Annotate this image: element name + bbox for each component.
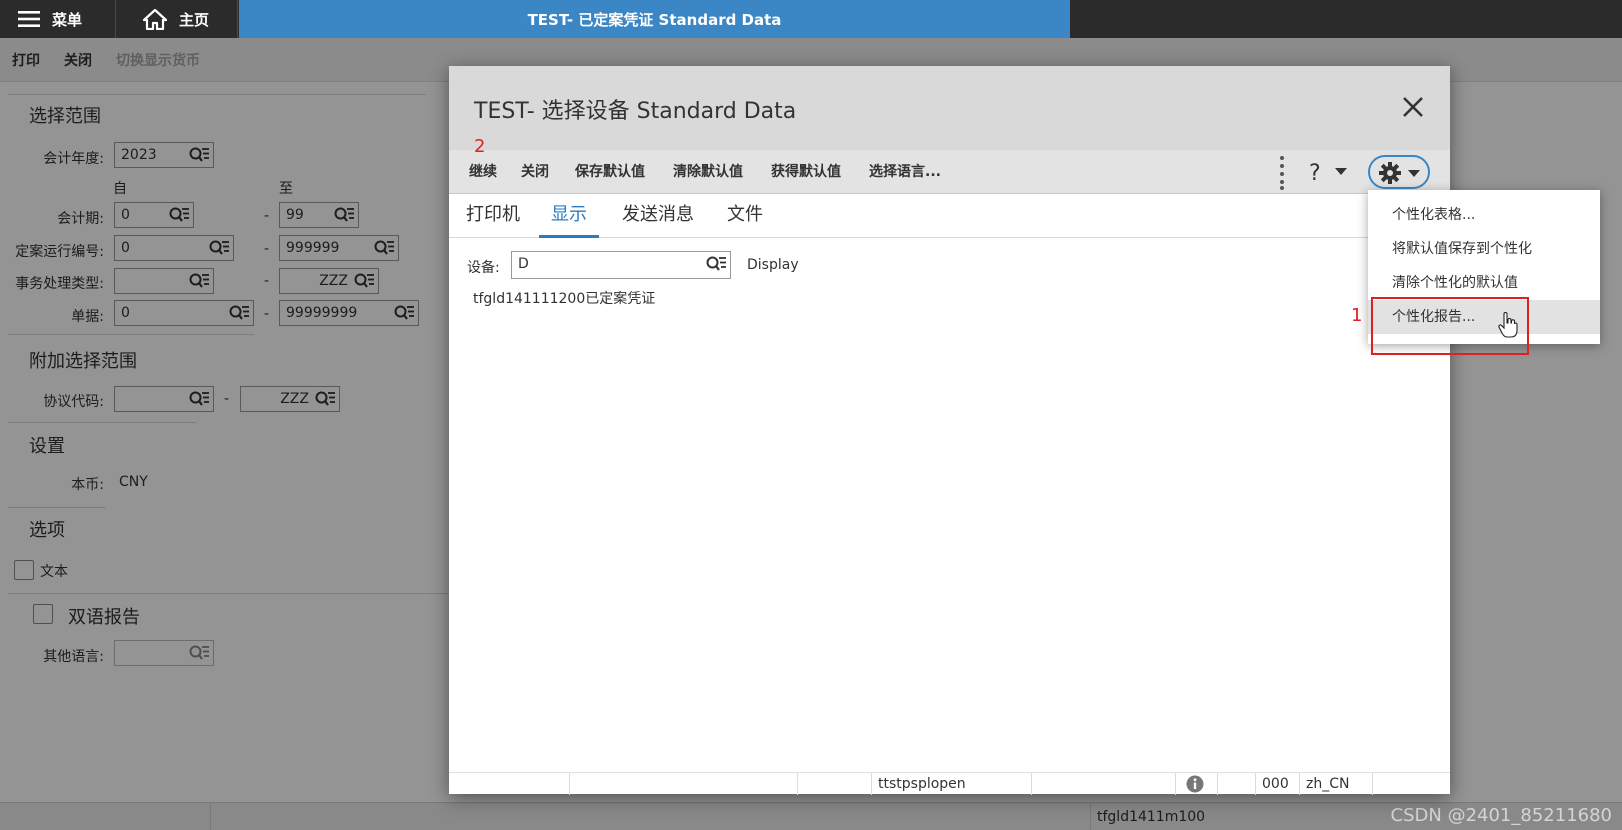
status-cell <box>1031 773 1175 795</box>
dialog-title: TEST- 选择设备 Standard Data <box>474 99 797 124</box>
device-description: Display <box>747 257 799 273</box>
app-tab-title: TEST- 已定案凭证 Standard Data <box>527 10 782 29</box>
lookup-icon[interactable] <box>705 255 727 273</box>
highlight-box <box>1371 297 1529 355</box>
home-label: 主页 <box>179 10 210 29</box>
menu-button[interactable]: 菜单 <box>0 0 116 38</box>
hamburger-icon <box>18 11 40 27</box>
help-icon[interactable]: ? <box>1307 160 1355 184</box>
tab-file[interactable]: 文件 <box>727 194 763 238</box>
app-tab-active[interactable]: TEST- 已定案凭证 Standard Data <box>239 0 1070 38</box>
tab-printer[interactable]: 打印机 <box>466 194 520 238</box>
info-icon[interactable] <box>1186 775 1204 793</box>
top-bar: 菜单 主页 TEST- 已定案凭证 Standard Data <box>0 0 1622 38</box>
dialog-toolbar: 继续 关闭 保存默认值 清除默认值 获得默认值 选择语言... ? <box>449 150 1450 194</box>
dialog-status-bar: ttstpsplopen 000 zh_CN <box>449 772 1450 795</box>
status-cell <box>569 773 797 795</box>
menu-item-save-defaults-personalization[interactable]: 将默认值保存到个性化 <box>1368 232 1600 266</box>
tab-display[interactable]: 显示 <box>539 194 599 238</box>
save-default-button[interactable]: 保存默认值 <box>575 150 645 194</box>
get-default-button[interactable]: 获得默认值 <box>771 150 841 194</box>
settings-menu-button[interactable] <box>1368 155 1430 189</box>
watermark: CSDN @2401_85211680 <box>1390 805 1612 826</box>
menu-label: 菜单 <box>52 10 83 29</box>
status-code: 000 <box>1255 773 1299 795</box>
status-locale: zh_CN <box>1299 773 1373 795</box>
gear-icon <box>1379 162 1420 184</box>
annotation-step-1: 1 <box>1351 305 1363 326</box>
device-input[interactable]: D <box>511 251 731 279</box>
menu-item-clear-personalized-defaults[interactable]: 清除个性化的默认值 <box>1368 266 1600 300</box>
dialog-close-button[interactable]: 关闭 <box>521 150 549 194</box>
dialog-tabs: 打印机 显示 发送消息 文件 <box>449 194 1450 238</box>
info-cell <box>1175 773 1217 795</box>
home-icon <box>143 8 167 30</box>
select-language-button[interactable]: 选择语言... <box>869 150 941 194</box>
close-icon[interactable] <box>1398 92 1428 122</box>
tab-send-message[interactable]: 发送消息 <box>622 194 694 238</box>
svg-text:?: ? <box>1309 161 1321 184</box>
more-vertical-icon[interactable] <box>1277 154 1287 190</box>
status-cell <box>1217 773 1255 795</box>
status-cell <box>797 773 871 795</box>
dialog-header: TEST- 选择设备 Standard Data <box>449 66 1450 150</box>
status-session: ttstpsplopen <box>871 773 1031 795</box>
device-dialog: TEST- 选择设备 Standard Data 继续 关闭 保存默认值 清除默… <box>449 66 1450 795</box>
device-value: D <box>518 256 529 272</box>
clear-default-button[interactable]: 清除默认值 <box>673 150 743 194</box>
report-line: tfgld141111200已定案凭证 <box>473 291 656 307</box>
device-label: 设备: <box>467 260 500 276</box>
home-button[interactable]: 主页 <box>117 0 238 38</box>
annotation-step-2: 2 <box>474 136 486 157</box>
menu-item-personalize-form[interactable]: 个性化表格... <box>1368 198 1600 232</box>
